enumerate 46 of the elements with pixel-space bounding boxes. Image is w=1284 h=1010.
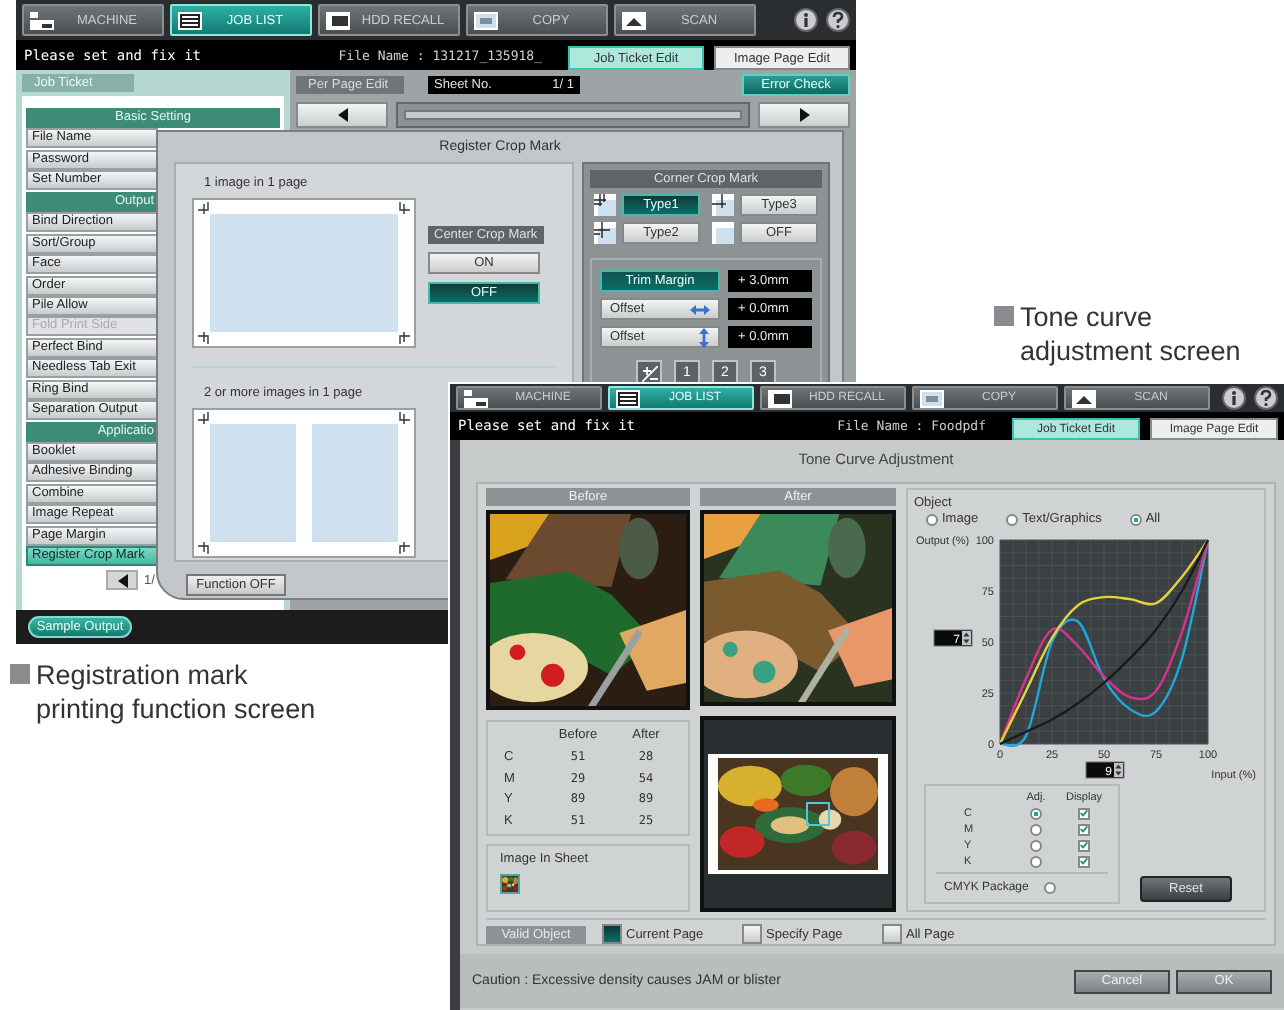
radio-button[interactable] — [1030, 839, 1042, 851]
drive-icon — [768, 389, 792, 407]
scroll-track[interactable] — [396, 102, 750, 128]
radio-button[interactable] — [1030, 807, 1042, 819]
bullet-icon — [994, 306, 1014, 326]
radio-button[interactable] — [1030, 823, 1042, 835]
crop-mark-icon — [594, 222, 616, 244]
document-icon — [920, 389, 944, 407]
caption: Registration mark printing function screen — [36, 658, 316, 726]
previous-page-button[interactable] — [106, 570, 138, 591]
checkbox[interactable] — [742, 924, 762, 944]
checkbox[interactable] — [1078, 855, 1090, 867]
device-icon — [30, 11, 54, 29]
help-icon — [826, 8, 850, 32]
previous-button[interactable] — [296, 102, 388, 128]
radio-button[interactable] — [1044, 881, 1057, 893]
info-icon — [794, 8, 818, 32]
page-icon — [712, 222, 734, 244]
scanner-icon — [1072, 389, 1096, 407]
left-arrow-icon — [337, 108, 347, 122]
scroll-thumb[interactable] — [404, 110, 742, 120]
vertical-arrow-icon — [698, 327, 710, 347]
list-icon — [616, 389, 640, 407]
radio-button[interactable] — [1006, 513, 1019, 526]
list-icon — [178, 11, 202, 29]
crop-mark-icon — [712, 194, 734, 216]
horizontal-arrow-icon — [690, 303, 710, 315]
bullet-icon — [10, 664, 30, 684]
radio-button[interactable] — [1030, 855, 1042, 867]
document-icon — [474, 11, 498, 29]
checkbox[interactable] — [882, 924, 902, 944]
caption: Tone curve adjustment screen — [1020, 300, 1241, 368]
radio-button[interactable] — [926, 513, 938, 526]
drive-icon — [326, 11, 350, 29]
checkbox[interactable] — [1078, 823, 1090, 835]
right-arrow-icon — [799, 108, 809, 122]
radio-button[interactable] — [1129, 513, 1142, 526]
crop-mark-icon — [594, 194, 616, 216]
checkbox[interactable] — [1078, 807, 1090, 819]
scanner-icon — [622, 11, 646, 29]
checkbox[interactable] — [602, 924, 622, 944]
left-arrow-icon — [117, 573, 127, 588]
selection-frame[interactable] — [806, 802, 830, 826]
device-icon — [464, 389, 488, 407]
checkbox[interactable] — [1078, 839, 1090, 851]
next-button[interactable] — [758, 102, 850, 128]
